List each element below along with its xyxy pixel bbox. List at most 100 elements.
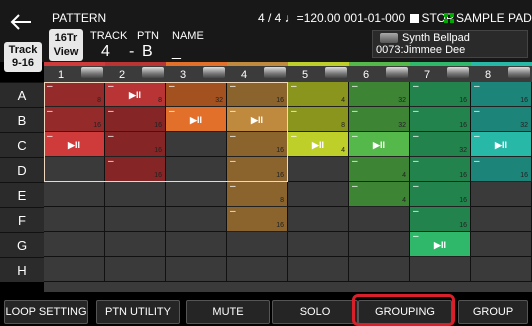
pattern-cell-1-b[interactable]: – 16 xyxy=(44,107,105,132)
track-header-1[interactable]: 1 xyxy=(44,62,106,82)
mute-button[interactable]: MUTE xyxy=(186,300,270,324)
pattern-cell-4-h[interactable] xyxy=(227,257,288,282)
row-label-g[interactable]: G xyxy=(0,232,44,257)
row-label-d[interactable]: D xyxy=(0,157,44,182)
pattern-cell-3-g[interactable] xyxy=(166,232,227,257)
row-label-a[interactable]: A xyxy=(0,82,44,107)
cell-marker: – xyxy=(230,181,236,192)
pattern-cell-5-e[interactable] xyxy=(288,182,349,207)
track-header-2[interactable]: 2 xyxy=(105,62,167,82)
pattern-cell-2-h[interactable] xyxy=(105,257,166,282)
track-header-3[interactable]: 3 xyxy=(166,62,228,82)
pattern-cell-6-c[interactable]: – ▶II xyxy=(349,132,410,157)
pattern-cell-4-a[interactable]: – 16 xyxy=(227,82,288,107)
pattern-cell-4-e[interactable]: –8 xyxy=(227,182,288,207)
pattern-cell-8-g[interactable] xyxy=(471,232,532,257)
pattern-cell-4-f[interactable]: – 16 xyxy=(227,207,288,232)
pattern-cell-8-e[interactable] xyxy=(471,182,532,207)
pattern-cell-7-a[interactable]: – 16 xyxy=(410,82,471,107)
pattern-cell-3-d[interactable] xyxy=(166,157,227,182)
pattern-cell-6-f[interactable] xyxy=(349,207,410,232)
pattern-cell-5-a[interactable]: –4 xyxy=(288,82,349,107)
pattern-cell-2-g[interactable] xyxy=(105,232,166,257)
pattern-length: 8 xyxy=(97,97,101,104)
pattern-cell-6-e[interactable]: –4 xyxy=(349,182,410,207)
pattern-cell-2-c[interactable]: – 16 xyxy=(105,132,166,157)
pattern-cell-2-d[interactable]: – 16 xyxy=(105,157,166,182)
pattern-cell-7-b[interactable]: – 16 xyxy=(410,107,471,132)
pattern-cell-7-h[interactable] xyxy=(410,257,471,282)
sample-pad-label: SAMPLE PAD xyxy=(456,11,532,25)
pattern-cell-1-h[interactable] xyxy=(44,257,105,282)
pattern-cell-6-d[interactable]: –4 xyxy=(349,157,410,182)
track-header-6[interactable]: 6 xyxy=(349,62,411,82)
pattern-cell-8-h[interactable] xyxy=(471,257,532,282)
pattern-cell-5-d[interactable] xyxy=(288,157,349,182)
pattern-cell-3-f[interactable] xyxy=(166,207,227,232)
pattern-cell-4-c[interactable]: – 16 xyxy=(227,132,288,157)
pattern-cell-5-g[interactable] xyxy=(288,232,349,257)
pattern-cell-2-a[interactable]: –8 ▶II xyxy=(105,82,166,107)
pattern-cell-1-e[interactable] xyxy=(44,182,105,207)
pattern-cell-8-d[interactable]: – 16 xyxy=(471,157,532,182)
row-label-f[interactable]: F xyxy=(0,207,44,232)
pattern-cell-3-h[interactable] xyxy=(166,257,227,282)
track-9-16-button[interactable]: Track 9-16 xyxy=(4,42,42,72)
pattern-cell-6-g[interactable] xyxy=(349,232,410,257)
track-header-7[interactable]: 7 xyxy=(410,62,472,82)
pattern-length: 16 xyxy=(276,172,284,179)
pattern-cell-5-c[interactable]: –4 ▶II xyxy=(288,132,349,157)
pattern-cell-2-b[interactable]: – 16 xyxy=(105,107,166,132)
solo-button[interactable]: SOLO xyxy=(272,300,358,324)
pattern-cell-5-b[interactable]: –8 xyxy=(288,107,349,132)
tempo-position: 4 / 4 ♩=120.00 001-01-000 xyxy=(258,11,406,25)
pattern-cell-8-f[interactable] xyxy=(471,207,532,232)
row-label-b[interactable]: B xyxy=(0,107,44,132)
pattern-cell-7-c[interactable]: – 32 xyxy=(410,132,471,157)
track-header-4[interactable]: 4 xyxy=(227,62,289,82)
pattern-cell-6-a[interactable]: – 32 xyxy=(349,82,410,107)
row-label-h[interactable]: H xyxy=(0,257,44,282)
pattern-cell-1-c[interactable]: – ▶II xyxy=(44,132,105,157)
pattern-cell-5-h[interactable] xyxy=(288,257,349,282)
name-value[interactable]: _ xyxy=(172,43,181,61)
pattern-cell-6-h[interactable] xyxy=(349,257,410,282)
group-button[interactable]: GROUP xyxy=(458,300,528,324)
pattern-cell-4-g[interactable] xyxy=(227,232,288,257)
cell-marker: – xyxy=(413,206,419,217)
pattern-cell-1-g[interactable] xyxy=(44,232,105,257)
pattern-cell-3-e[interactable] xyxy=(166,182,227,207)
track-header-8[interactable]: 8 xyxy=(471,62,532,82)
pattern-length: 16 xyxy=(276,97,284,104)
ptn-utility-button[interactable]: PTN UTILITY xyxy=(96,300,180,324)
pattern-cell-4-b[interactable]: – ▶II xyxy=(227,107,288,132)
back-button[interactable] xyxy=(4,6,38,38)
pattern-cell-1-f[interactable] xyxy=(44,207,105,232)
pattern-cell-7-d[interactable]: – 16 xyxy=(410,157,471,182)
pattern-cell-7-g[interactable]: – ▶II xyxy=(410,232,471,257)
pattern-cell-2-e[interactable] xyxy=(105,182,166,207)
row-label-e[interactable]: E xyxy=(0,182,44,207)
loop-setting-button[interactable]: LOOP SETTING xyxy=(4,300,88,324)
pattern-cell-1-d[interactable] xyxy=(44,157,105,182)
track-number: 4 xyxy=(241,69,248,81)
pattern-cell-3-b[interactable]: – ▶II xyxy=(166,107,227,132)
ptn-value: B xyxy=(142,43,153,60)
sample-pad-button[interactable]: SAMPLE PAD xyxy=(444,11,532,25)
pattern-cell-8-b[interactable]: – 32 xyxy=(471,107,532,132)
pattern-cell-7-f[interactable]: – 16 xyxy=(410,207,471,232)
pattern-cell-2-f[interactable] xyxy=(105,207,166,232)
track-header-5[interactable]: 5 xyxy=(288,62,350,82)
pattern-cell-3-c[interactable] xyxy=(166,132,227,157)
pattern-cell-8-c[interactable]: – ▶II xyxy=(471,132,532,157)
pattern-cell-8-a[interactable]: – 16 xyxy=(471,82,532,107)
play-icon: ▶II xyxy=(495,140,507,150)
pattern-cell-4-d[interactable]: – 16 xyxy=(227,157,288,182)
pattern-cell-3-a[interactable]: – 32 xyxy=(166,82,227,107)
pattern-cell-5-f[interactable] xyxy=(288,207,349,232)
16tr-view-button[interactable]: 16Tr View xyxy=(49,29,83,61)
pattern-cell-1-a[interactable]: –8 xyxy=(44,82,105,107)
row-label-c[interactable]: C xyxy=(0,132,44,157)
pattern-cell-6-b[interactable]: – 32 xyxy=(349,107,410,132)
pattern-cell-7-e[interactable]: – 16 xyxy=(410,182,471,207)
